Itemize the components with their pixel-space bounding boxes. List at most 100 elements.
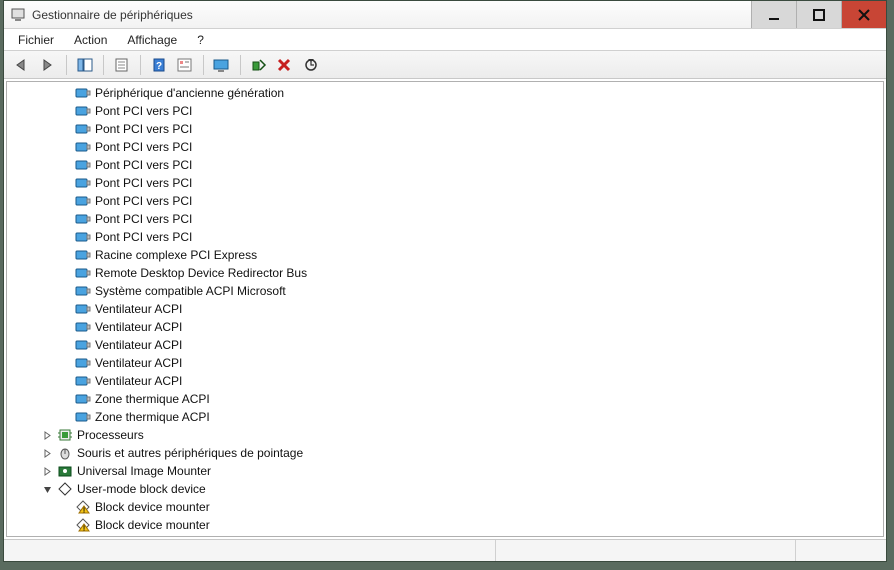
tree-node-label: Remote Desktop Device Redirector Bus	[95, 266, 307, 280]
tree-node-label: Processeurs	[77, 428, 144, 442]
properties-button[interactable]	[110, 54, 134, 76]
tree-node[interactable]: Périphérique d'ancienne génération	[7, 84, 883, 102]
warn-device-icon: !	[75, 517, 91, 533]
menu-fichier[interactable]: Fichier	[10, 31, 62, 49]
menu-action[interactable]: Action	[66, 31, 115, 49]
back-button[interactable]	[10, 54, 34, 76]
tree-node[interactable]: Pont PCI vers PCI	[7, 210, 883, 228]
tree-node[interactable]: Pont PCI vers PCI	[7, 138, 883, 156]
expand-icon[interactable]	[43, 431, 57, 440]
device-blue-icon	[75, 337, 91, 353]
tree-node-label: Périphérique d'ancienne génération	[95, 86, 284, 100]
tree-node[interactable]: Pont PCI vers PCI	[7, 156, 883, 174]
device-blue-icon	[75, 175, 91, 191]
device-tree[interactable]: Périphérique d'ancienne génération Pont P…	[7, 82, 883, 536]
device-blue-icon	[75, 373, 91, 389]
device-blue-icon	[75, 139, 91, 155]
toolbar: ?	[4, 51, 886, 79]
device-blue-icon	[75, 229, 91, 245]
tree-node-label: Ventilateur ACPI	[95, 320, 182, 334]
update-driver-button[interactable]	[210, 54, 234, 76]
tree-node-label: Pont PCI vers PCI	[95, 122, 192, 136]
content-area: Périphérique d'ancienne génération Pont P…	[6, 81, 884, 537]
device-blue-icon	[75, 103, 91, 119]
status-cell	[4, 540, 496, 561]
forward-button[interactable]	[36, 54, 60, 76]
menubar: Fichier Action Affichage ?	[4, 29, 886, 51]
tree-node[interactable]: Pont PCI vers PCI	[7, 102, 883, 120]
menu-affichage[interactable]: Affichage	[119, 31, 185, 49]
tree-node-label: Souris et autres périphériques de pointa…	[77, 446, 303, 460]
tree-node-label: User-mode block device	[77, 482, 206, 496]
svg-text:!: !	[83, 526, 85, 533]
device-blue-icon	[75, 247, 91, 263]
cpu-icon	[57, 427, 73, 443]
help-button[interactable]: ?	[147, 54, 171, 76]
tree-node-label: Système compatible ACPI Microsoft	[95, 284, 286, 298]
maximize-button[interactable]	[796, 1, 841, 28]
tree-node[interactable]: Racine complexe PCI Express	[7, 246, 883, 264]
tree-node[interactable]: Zone thermique ACPI	[7, 408, 883, 426]
warn-device-icon: !	[75, 499, 91, 515]
tree-node-label: Pont PCI vers PCI	[95, 158, 192, 172]
device-blue-icon	[75, 85, 91, 101]
uninstall-device-button[interactable]	[273, 54, 297, 76]
device-blue-icon	[75, 319, 91, 335]
scan-hardware-button[interactable]	[299, 54, 323, 76]
device-blue-icon	[75, 193, 91, 209]
status-cell	[496, 540, 796, 561]
tree-node[interactable]: Remote Desktop Device Redirector Bus	[7, 264, 883, 282]
tree-node[interactable]: Processeurs	[7, 426, 883, 444]
device-blue-icon	[75, 409, 91, 425]
device-blue-icon	[75, 391, 91, 407]
tree-node[interactable]: Ventilateur ACPI	[7, 300, 883, 318]
show-hidden-button[interactable]	[173, 54, 197, 76]
collapse-icon[interactable]	[43, 485, 57, 494]
device-manager-window: Gestionnaire de périphériques Fichier Ac…	[3, 0, 887, 562]
device-blue-icon	[75, 355, 91, 371]
tree-node[interactable]: ! Block device mounter	[7, 498, 883, 516]
tree-node[interactable]: Pont PCI vers PCI	[7, 192, 883, 210]
tree-node-label: Block device mounter	[95, 500, 210, 514]
close-button[interactable]	[841, 1, 886, 28]
tree-node[interactable]: Pont PCI vers PCI	[7, 228, 883, 246]
image-mounter-icon	[57, 463, 73, 479]
window-controls	[751, 1, 886, 28]
tree-node-label: Zone thermique ACPI	[95, 392, 210, 406]
toolbar-separator	[203, 55, 204, 75]
tree-node[interactable]: Ventilateur ACPI	[7, 336, 883, 354]
tree-node-label: Pont PCI vers PCI	[95, 176, 192, 190]
tree-node[interactable]: Système compatible ACPI Microsoft	[7, 282, 883, 300]
tree-node-label: Pont PCI vers PCI	[95, 230, 192, 244]
device-blue-icon	[75, 157, 91, 173]
tree-node-label: Pont PCI vers PCI	[95, 104, 192, 118]
expand-icon[interactable]	[43, 449, 57, 458]
show-console-tree-button[interactable]	[73, 54, 97, 76]
toolbar-separator	[103, 55, 104, 75]
tree-node-label: Universal Image Mounter	[77, 464, 211, 478]
menu-help[interactable]: ?	[189, 31, 212, 49]
minimize-button[interactable]	[751, 1, 796, 28]
tree-node[interactable]: Pont PCI vers PCI	[7, 174, 883, 192]
statusbar	[4, 539, 886, 561]
tree-node[interactable]: Ventilateur ACPI	[7, 318, 883, 336]
tree-node-label: Pont PCI vers PCI	[95, 212, 192, 226]
tree-node[interactable]: User-mode block device	[7, 480, 883, 498]
device-blue-icon	[75, 301, 91, 317]
titlebar[interactable]: Gestionnaire de périphériques	[4, 1, 886, 29]
mouse-icon	[57, 445, 73, 461]
app-icon	[10, 7, 26, 23]
device-blue-icon	[75, 211, 91, 227]
tree-node[interactable]: Ventilateur ACPI	[7, 372, 883, 390]
enable-device-button[interactable]	[247, 54, 271, 76]
toolbar-separator	[66, 55, 67, 75]
tree-node[interactable]: Zone thermique ACPI	[7, 390, 883, 408]
tree-node[interactable]: Universal Image Mounter	[7, 462, 883, 480]
tree-node[interactable]: Ventilateur ACPI	[7, 354, 883, 372]
expand-icon[interactable]	[43, 467, 57, 476]
tree-node[interactable]: !Block device mounter	[7, 516, 883, 534]
tree-node[interactable]: Souris et autres périphériques de pointa…	[7, 444, 883, 462]
tree-node[interactable]: Pont PCI vers PCI	[7, 120, 883, 138]
device-blue-icon	[75, 265, 91, 281]
svg-text:!: !	[83, 508, 85, 515]
